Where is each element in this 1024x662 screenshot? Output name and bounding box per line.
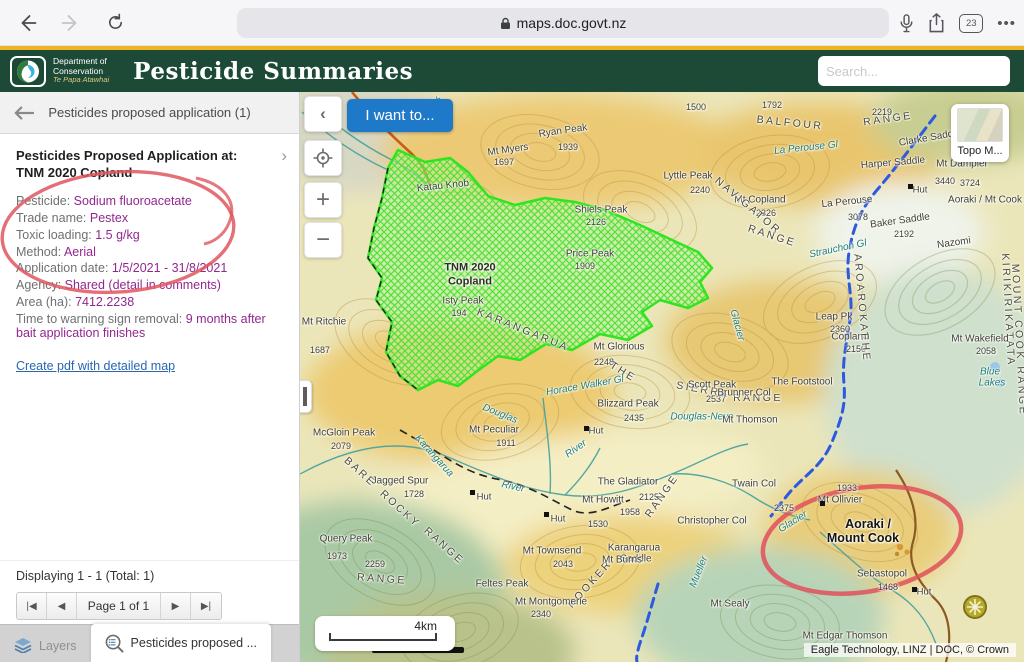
basemap-switcher[interactable]: Topo M... bbox=[951, 104, 1009, 162]
tab-results[interactable]: Pesticides proposed ... bbox=[91, 624, 271, 662]
tab-layers[interactable]: Layers bbox=[0, 629, 91, 662]
org-motto: Te Papa Atawhai bbox=[53, 76, 109, 85]
page-title: Pesticide Summaries bbox=[133, 58, 413, 85]
search-results-icon bbox=[105, 634, 124, 653]
address-bar[interactable]: maps.doc.govt.nz bbox=[237, 8, 889, 38]
poi-symbol bbox=[964, 596, 986, 618]
doc-logo bbox=[10, 56, 46, 87]
pager: |◀ ◀ Page 1 of 1 ▶ ▶| bbox=[16, 592, 222, 620]
result-title: Pesticides Proposed Application at: TNM … bbox=[16, 148, 268, 181]
zoom-in-button[interactable]: + bbox=[304, 182, 342, 218]
prev-page-button[interactable]: ◀ bbox=[47, 593, 77, 619]
back-arrow-icon bbox=[14, 106, 34, 120]
page-label: Page 1 of 1 bbox=[77, 593, 161, 619]
app-header: Department of Conservation Te Papa Atawh… bbox=[0, 50, 1024, 92]
chevron-right-icon[interactable]: › bbox=[281, 146, 287, 166]
layers-icon bbox=[14, 638, 32, 653]
panel-body: Pesticides Proposed Application at: TNM … bbox=[0, 134, 299, 375]
scale-bar: 4km bbox=[315, 616, 455, 651]
lake bbox=[990, 362, 1000, 372]
tab-results-label: Pesticides proposed ... bbox=[131, 636, 257, 650]
tabs-button[interactable]: 23 bbox=[959, 14, 983, 33]
panel-back-button[interactable] bbox=[10, 99, 38, 127]
bottom-tab-bar: Layers Pesticides proposed ... bbox=[0, 624, 299, 662]
browser-toolbar: maps.doc.govt.nz 23 ••• bbox=[0, 0, 1024, 46]
basemap-thumbnail bbox=[957, 108, 1003, 142]
create-pdf-link[interactable]: Create pdf with detailed map bbox=[16, 359, 175, 373]
last-page-button[interactable]: ▶| bbox=[191, 593, 221, 619]
collapse-panel-button[interactable]: ‹ bbox=[304, 96, 342, 132]
detail-line: Trade name: Pestex bbox=[16, 211, 283, 225]
results-panel: Pesticides proposed application (1) Pest… bbox=[0, 92, 300, 662]
basemap-label: Topo M... bbox=[955, 145, 1005, 157]
back-arrow-icon bbox=[17, 13, 37, 33]
detail-list: Pesticide: Sodium fluoroacetate Trade nam… bbox=[16, 194, 283, 340]
map-canvas[interactable]: RoughRyan Peak1939Mt Myers1697Katau Knob… bbox=[300, 92, 1024, 662]
overflow-menu-button[interactable]: ••• bbox=[997, 15, 1016, 32]
locate-icon bbox=[313, 148, 333, 168]
detail-line: Area (ha): 7412.2238 bbox=[16, 295, 283, 309]
detail-line: Toxic loading: 1.5 g/kg bbox=[16, 228, 283, 242]
zoom-out-button[interactable]: − bbox=[304, 222, 342, 258]
detail-line: Agency: Shared (detail in comments) bbox=[16, 278, 283, 292]
lock-icon bbox=[500, 17, 511, 30]
detail-line: Method: Aerial bbox=[16, 245, 283, 259]
tab-layers-label: Layers bbox=[39, 639, 77, 653]
tab-count: 23 bbox=[966, 18, 977, 29]
panel-resize-handle[interactable] bbox=[300, 380, 312, 413]
first-page-button[interactable]: |◀ bbox=[17, 593, 47, 619]
reload-button[interactable] bbox=[98, 6, 132, 40]
search-box[interactable] bbox=[818, 56, 1010, 86]
org-name: Department of Conservation Te Papa Atawh… bbox=[53, 57, 109, 85]
next-page-button[interactable]: ▶ bbox=[161, 593, 191, 619]
detail-line: Pesticide: Sodium fluoroacetate bbox=[16, 194, 283, 208]
url-text: maps.doc.govt.nz bbox=[517, 15, 627, 31]
detail-line: Application date: 1/5/2021 - 31/8/2021 bbox=[16, 261, 283, 275]
scale-bracket bbox=[329, 633, 437, 641]
panel-footer: Displaying 1 - 1 (Total: 1) |◀ ◀ Page 1 … bbox=[0, 560, 299, 620]
locate-me-button[interactable] bbox=[304, 140, 342, 176]
search-input[interactable] bbox=[826, 64, 1002, 79]
back-button[interactable] bbox=[10, 6, 44, 40]
forward-button[interactable] bbox=[54, 6, 88, 40]
topo-map bbox=[300, 92, 1024, 662]
microphone-icon[interactable] bbox=[899, 14, 914, 33]
reload-icon bbox=[106, 13, 125, 32]
panel-header: Pesticides proposed application (1) bbox=[0, 92, 299, 134]
scale-label: 4km bbox=[414, 619, 437, 633]
detail-line: Time to warning sign removal: 9 months a… bbox=[16, 312, 283, 341]
share-icon[interactable] bbox=[928, 13, 945, 33]
forward-arrow-icon bbox=[61, 13, 81, 33]
i-want-to-button[interactable]: I want to... bbox=[347, 99, 453, 132]
lake bbox=[997, 379, 1005, 387]
map-attribution: Eagle Technology, LINZ | DOC, © Crown bbox=[804, 643, 1016, 657]
panel-title: Pesticides proposed application (1) bbox=[48, 105, 250, 120]
result-count: Displaying 1 - 1 (Total: 1) bbox=[16, 569, 283, 583]
